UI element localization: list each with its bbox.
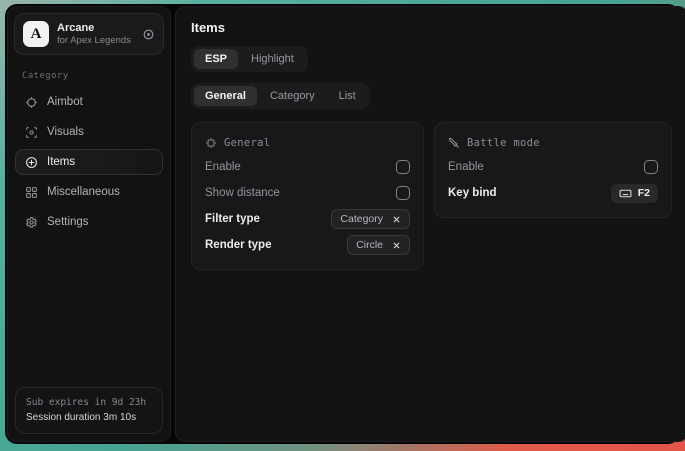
sidebar-item-aimbot[interactable]: Aimbot xyxy=(15,89,163,115)
keyboard-icon xyxy=(619,187,632,200)
app-subtitle: for Apex Legends xyxy=(57,35,134,47)
render-type-select[interactable]: Circle xyxy=(347,235,410,255)
sidebar-item-settings[interactable]: Settings xyxy=(15,209,163,235)
setting-row-render-type: Render type Circle xyxy=(205,233,410,257)
tab-esp[interactable]: ESP xyxy=(194,49,238,69)
page-title: Items xyxy=(191,20,672,35)
app-window: A Arcane for Apex Legends Category Aimbo… xyxy=(5,4,680,444)
target-icon xyxy=(25,156,38,169)
setting-row-enable: Enable xyxy=(205,155,410,179)
session-duration-text: Session duration 3m 10s xyxy=(26,410,152,425)
gear-icon xyxy=(25,216,38,229)
sidebar-item-miscellaneous[interactable]: Miscellaneous xyxy=(15,179,163,205)
close-icon[interactable] xyxy=(392,215,401,224)
swords-icon xyxy=(448,137,460,149)
setting-label: Show distance xyxy=(205,187,280,199)
keybind-value: F2 xyxy=(638,187,650,199)
filter-type-select[interactable]: Category xyxy=(331,209,410,229)
setting-label: Filter type xyxy=(205,213,260,225)
crosshair-icon xyxy=(25,96,38,109)
sidebar-item-label: Visuals xyxy=(47,126,84,138)
battle-mode-card: Battle mode Enable Key bind xyxy=(434,122,672,218)
keybind-button[interactable]: F2 xyxy=(611,184,658,203)
settings-cards: General Enable Show distance Filter type… xyxy=(191,122,672,270)
session-info-card: Sub expires in 9d 23h Session duration 3… xyxy=(15,387,163,434)
sidebar-item-label: Aimbot xyxy=(47,96,83,108)
sidebar-section-label: Category xyxy=(22,71,156,81)
render-type-value: Circle xyxy=(356,239,383,251)
app-header-card: A Arcane for Apex Legends xyxy=(14,13,164,55)
tab-list[interactable]: List xyxy=(328,86,367,106)
main-panel: Items ESP Highlight General Category Lis… xyxy=(175,6,685,442)
card-title: General xyxy=(224,137,270,149)
sidebar-nav: Aimbot Visuals Items xyxy=(8,85,170,239)
tab-category[interactable]: Category xyxy=(259,86,326,106)
sidebar-item-label: Miscellaneous xyxy=(47,186,120,198)
setting-row-key-bind: Key bind F2 xyxy=(448,181,658,205)
setting-label: Render type xyxy=(205,239,271,251)
sidebar-item-visuals[interactable]: Visuals xyxy=(15,119,163,145)
setting-label: Key bind xyxy=(448,187,497,199)
sub-expiry-text: Sub expires in 9d 23h xyxy=(26,395,152,410)
close-icon[interactable] xyxy=(392,241,401,250)
focus-icon xyxy=(205,137,217,149)
card-title: Battle mode xyxy=(467,137,540,149)
sidebar-item-label: Items xyxy=(47,156,75,168)
sidebar: A Arcane for Apex Legends Category Aimbo… xyxy=(7,6,171,442)
setting-row-filter-type: Filter type Category xyxy=(205,207,410,231)
show-distance-checkbox[interactable] xyxy=(396,186,410,200)
general-card: General Enable Show distance Filter type… xyxy=(191,122,424,270)
setting-row-enable: Enable xyxy=(448,155,658,179)
mode-tabs: ESP Highlight xyxy=(191,46,308,72)
app-logo: A xyxy=(23,21,49,47)
eye-scan-icon xyxy=(25,126,38,139)
tab-highlight[interactable]: Highlight xyxy=(240,49,305,69)
sidebar-item-label: Settings xyxy=(47,216,89,228)
battle-enable-checkbox[interactable] xyxy=(644,160,658,174)
filter-type-value: Category xyxy=(340,213,383,225)
enable-checkbox[interactable] xyxy=(396,160,410,174)
pin-icon[interactable] xyxy=(142,28,155,41)
grid-icon xyxy=(25,186,38,199)
tab-general[interactable]: General xyxy=(194,86,257,106)
setting-row-show-distance: Show distance xyxy=(205,181,410,205)
sub-tabs: General Category List xyxy=(191,83,370,109)
setting-label: Enable xyxy=(205,161,241,173)
app-title: Arcane xyxy=(57,22,134,35)
setting-label: Enable xyxy=(448,161,484,173)
sidebar-item-items[interactable]: Items xyxy=(15,149,163,175)
